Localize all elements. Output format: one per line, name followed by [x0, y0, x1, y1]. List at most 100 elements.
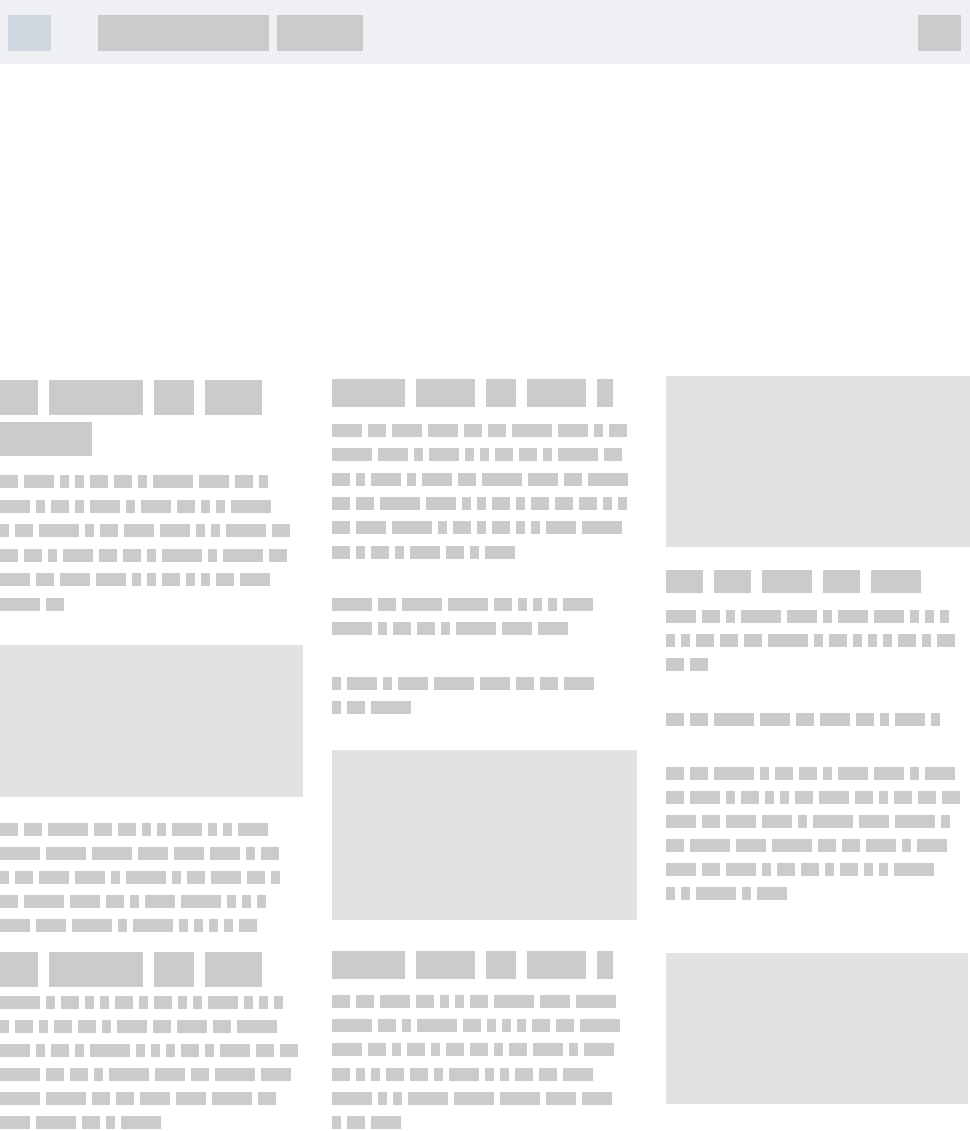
text-placeholder	[777, 863, 795, 876]
text-placeholder	[162, 548, 202, 562]
text-placeholder	[696, 634, 714, 647]
text-placeholder	[269, 548, 287, 562]
text-placeholder	[109, 1068, 149, 1081]
text-placeholder	[690, 658, 708, 671]
text-placeholder	[209, 919, 218, 932]
text-placeholder	[787, 610, 817, 623]
text-placeholder	[488, 424, 506, 437]
text-placeholder	[15, 524, 33, 537]
text-placeholder	[940, 610, 949, 623]
heading-placeholder	[0, 952, 38, 987]
heading-placeholder	[714, 570, 751, 593]
text-placeholder	[181, 1044, 199, 1057]
text-placeholder	[48, 823, 88, 836]
text-placeholder	[393, 1091, 402, 1105]
text-placeholder	[123, 548, 141, 562]
text-placeholder	[0, 1044, 30, 1057]
text-placeholder	[0, 524, 9, 537]
text-placeholder	[558, 448, 598, 462]
text-placeholder	[666, 839, 684, 852]
text-placeholder	[147, 573, 156, 586]
text-placeholder	[726, 791, 735, 804]
text-placeholder	[515, 1067, 533, 1081]
text-placeholder	[82, 1116, 100, 1129]
text-placeholder	[666, 887, 675, 900]
text-placeholder	[470, 545, 479, 559]
text-placeholder	[46, 597, 64, 611]
text-placeholder	[902, 839, 911, 852]
heading-placeholder	[486, 379, 516, 407]
text-placeholder	[417, 622, 435, 635]
text-placeholder	[244, 996, 253, 1009]
text-placeholder	[271, 871, 280, 884]
text-placeholder	[880, 713, 889, 726]
text-placeholder	[702, 610, 720, 623]
text-placeholder	[368, 1043, 386, 1057]
image-placeholder	[666, 376, 970, 547]
text-placeholder	[512, 424, 552, 437]
heading-placeholder	[205, 380, 262, 415]
nav-item-placeholder-1[interactable]	[98, 15, 269, 51]
text-placeholder	[100, 524, 118, 537]
text-placeholder	[177, 499, 195, 513]
text-placeholder	[0, 1020, 9, 1033]
text-placeholder	[922, 634, 931, 647]
text-placeholder	[138, 847, 168, 860]
text-placeholder	[96, 573, 126, 586]
text-placeholder	[174, 847, 204, 860]
text-placeholder	[386, 1067, 404, 1081]
text-placeholder	[690, 713, 708, 726]
text-placeholder	[187, 871, 205, 884]
text-placeholder	[15, 871, 33, 884]
text-placeholder	[145, 895, 175, 908]
text-placeholder	[140, 1092, 170, 1105]
text-placeholder	[584, 1043, 614, 1057]
text-placeholder	[378, 1091, 387, 1105]
text-placeholder	[70, 895, 100, 908]
text-placeholder	[868, 634, 877, 647]
text-placeholder	[261, 1068, 291, 1081]
text-placeholder	[92, 847, 132, 860]
text-placeholder	[856, 713, 874, 726]
text-placeholder	[509, 1043, 527, 1057]
text-placeholder	[0, 1068, 40, 1081]
text-placeholder	[332, 448, 372, 462]
text-placeholder	[564, 472, 582, 486]
text-placeholder	[220, 1044, 250, 1057]
text-placeholder	[193, 996, 202, 1009]
text-placeholder	[332, 622, 372, 635]
text-placeholder	[157, 823, 166, 836]
menu-action-placeholder[interactable]	[918, 15, 961, 51]
text-placeholder	[414, 448, 423, 462]
text-placeholder	[280, 1044, 298, 1057]
text-placeholder	[392, 1043, 401, 1057]
text-placeholder	[383, 677, 392, 690]
text-placeholder	[563, 598, 593, 611]
text-placeholder	[0, 597, 40, 611]
heading-placeholder	[871, 570, 921, 593]
text-placeholder	[15, 1020, 33, 1033]
text-placeholder	[60, 475, 69, 488]
text-placeholder	[36, 1116, 76, 1129]
content-column-1	[0, 370, 310, 1131]
heading-placeholder	[823, 570, 860, 593]
text-placeholder	[196, 524, 205, 537]
heading-placeholder	[0, 422, 92, 456]
text-placeholder	[90, 1044, 130, 1057]
text-placeholder	[356, 472, 365, 486]
text-placeholder	[516, 496, 525, 510]
text-placeholder	[765, 791, 774, 804]
logo-placeholder[interactable]	[8, 15, 51, 51]
text-placeholder	[51, 499, 69, 513]
text-placeholder	[495, 448, 513, 462]
nav-item-placeholder-2[interactable]	[277, 15, 363, 51]
text-placeholder	[368, 424, 386, 437]
text-placeholder	[540, 995, 570, 1008]
text-placeholder	[440, 995, 449, 1008]
text-placeholder	[825, 863, 834, 876]
text-placeholder	[142, 823, 151, 836]
text-placeholder	[666, 863, 696, 876]
text-placeholder	[259, 996, 268, 1009]
text-placeholder	[0, 1092, 40, 1105]
text-placeholder	[246, 847, 255, 860]
